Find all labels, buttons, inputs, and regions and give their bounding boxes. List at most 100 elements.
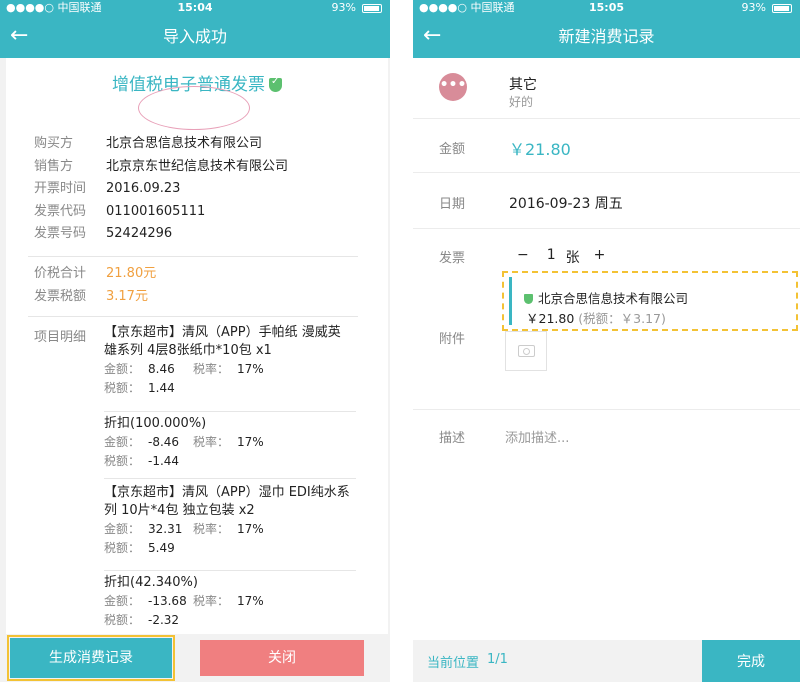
amount-value: 32.31	[148, 522, 183, 536]
amount-label: 金额：	[104, 435, 141, 449]
field-key: 购买方	[34, 136, 74, 151]
item-name: 折扣(42.340%)	[104, 575, 198, 590]
divider	[104, 478, 356, 479]
invoice-amount-value: ￥21.80	[526, 311, 575, 326]
rate-label: 税率：	[193, 594, 230, 608]
status-right: 93%	[332, 0, 382, 16]
amount-value[interactable]: ￥21.80	[509, 136, 571, 160]
invoice-seller: 北京合思信息技术有限公司	[524, 288, 688, 307]
field-tax: 发票税额 3.17元	[34, 287, 148, 307]
tax-label: 税额：	[104, 454, 141, 468]
item-amount-row: 金额： 8.46 税率： 17%	[104, 360, 356, 379]
item-name: 列 10片*4包 独立包装 x2	[104, 503, 255, 518]
rate-value: 17%	[237, 362, 264, 376]
circle-annotation	[138, 86, 250, 130]
line-item: 折扣(100.000%) 金额： -8.46 税率： 17% 税额： -1.44	[104, 415, 356, 471]
camera-icon	[518, 345, 535, 357]
invoice-count: 1	[546, 247, 556, 263]
field-value: 011001605111	[106, 204, 206, 219]
amount-label: 金额：	[104, 594, 141, 608]
bottom-action-bar: 生成消费记录 关闭	[0, 634, 390, 682]
position-value: 1/1	[487, 652, 508, 667]
field-key: 发票号码	[34, 226, 87, 241]
generate-record-button[interactable]: 生成消费记录	[7, 635, 175, 681]
bottom-bar: 当前位置 1/1 完成	[413, 640, 800, 682]
category-more-icon[interactable]: •••	[439, 73, 467, 101]
page-title: 导入成功	[162, 27, 227, 46]
field-value: 3.17元	[106, 289, 148, 304]
item-amount-row: 金额： -13.68 税率： 17%	[104, 592, 356, 611]
plus-button[interactable]: +	[594, 247, 606, 267]
nav-bar: ← 新建消费记录	[413, 16, 800, 58]
battery-icon	[362, 3, 382, 13]
divider	[104, 570, 356, 571]
seller-name: 北京合思信息技术有限公司	[538, 291, 689, 306]
verified-shield-icon	[269, 76, 282, 92]
field-issue-date: 开票时间 2016.09.23	[34, 179, 180, 199]
divider	[413, 172, 800, 173]
tax-value: 5.49	[148, 541, 175, 555]
field-value: 52424296	[106, 226, 173, 241]
field-key: 发票税额	[34, 289, 87, 304]
date-value[interactable]: 2016-09-23 周五	[509, 193, 623, 213]
field-key: 发票代码	[34, 204, 87, 219]
field-invoice-number: 发票号码 52424296	[34, 224, 172, 244]
rate-value: 17%	[237, 522, 264, 536]
field-value: 2016.09.23	[106, 181, 181, 196]
line-item: 折扣(42.340%) 金额： -13.68 税率： 17% 税额： -2.32	[104, 574, 356, 630]
item-name: 折扣(100.000%)	[104, 416, 207, 431]
description-input[interactable]: 添加描述...	[505, 427, 569, 446]
amount-label: 金额：	[104, 522, 141, 536]
invoice-amount: ￥21.80 (税额：￥3.17)	[526, 308, 666, 327]
invoice-count-stepper: − 1 张 +	[517, 247, 605, 267]
tax-value: -1.44	[148, 454, 180, 468]
rate-value: 17%	[237, 594, 264, 608]
divider	[104, 411, 356, 412]
item-name: 【京东超市】清风（APP）手帕纸 漫威英	[104, 325, 341, 340]
new-expense-screen: ●●●●○ 中国联通 15:05 93% ← 新建消费记录 ••• 其它 好的 …	[413, 0, 800, 682]
amount-label: 金额：	[104, 362, 141, 376]
line-item: 【京东超市】清风（APP）湿巾 EDI纯水系 列 10片*4包 独立包装 x2 …	[104, 484, 356, 558]
attached-invoice-card[interactable]: 北京合思信息技术有限公司 ￥21.80 (税额：￥3.17)	[502, 271, 798, 331]
item-tax-row: 税额： 1.44	[104, 379, 356, 398]
divider	[413, 228, 800, 229]
add-attachment-button[interactable]	[505, 331, 547, 371]
status-bar: ●●●●○ 中国联通 15:05 93%	[413, 0, 800, 16]
divider	[413, 409, 800, 410]
minus-button[interactable]: −	[517, 247, 529, 267]
field-total: 价税合计 21.80元	[34, 264, 156, 284]
tax-label: 税额：	[104, 613, 141, 627]
verified-shield-icon	[524, 294, 533, 304]
amount-value: -8.46	[148, 435, 180, 449]
amount-value: -13.68	[148, 594, 187, 608]
nav-bar: ← 导入成功	[0, 16, 390, 58]
rate-value: 17%	[237, 435, 264, 449]
item-amount-row: 金额： 32.31 税率： 17%	[104, 520, 356, 539]
category-name[interactable]: 其它	[509, 74, 537, 94]
item-amount-row: 金额： -8.46 税率： 17%	[104, 433, 356, 452]
description-label: 描述	[439, 431, 466, 446]
close-button[interactable]: 关闭	[200, 640, 364, 676]
amount-label: 金额	[439, 142, 466, 157]
detail-key: 项目明细	[34, 330, 87, 345]
item-tax-row: 税额： -2.32	[104, 611, 356, 630]
tax-label: 税额：	[104, 381, 141, 395]
battery-percent: 93%	[331, 1, 356, 14]
rate-label: 税率：	[193, 435, 230, 449]
attachment-label: 附件	[439, 332, 466, 347]
field-value: 北京京东世纪信息技术有限公司	[106, 159, 289, 174]
field-value: 21.80元	[106, 266, 157, 281]
field-key: 开票时间	[34, 181, 87, 196]
item-name: 雄系列 4层8张纸巾*10包 x1	[104, 343, 272, 358]
divider	[413, 118, 800, 119]
status-bar: ●●●●○ 中国联通 15:04 93%	[0, 0, 390, 16]
tax-value: 1.44	[148, 381, 175, 395]
tax-label: 税额：	[104, 541, 141, 555]
done-button[interactable]: 完成	[702, 640, 800, 682]
field-key: 销售方	[34, 159, 74, 174]
divider	[28, 316, 358, 317]
position-label: 当前位置	[427, 656, 480, 671]
divider	[28, 256, 358, 257]
status-right: 93%	[742, 0, 792, 16]
field-value: 北京合思信息技术有限公司	[106, 136, 263, 151]
